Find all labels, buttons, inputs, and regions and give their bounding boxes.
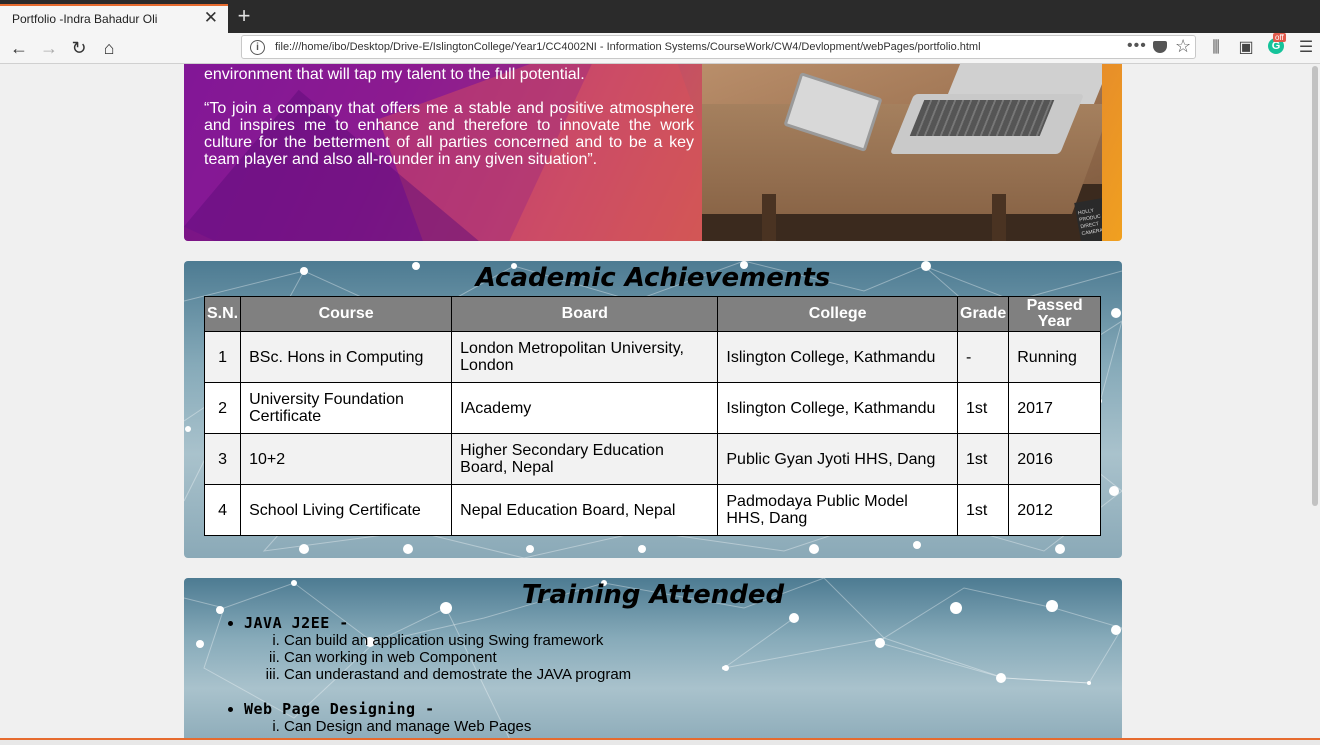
cell-grade: 1st <box>956 433 1010 485</box>
photo-desk-leg <box>762 194 776 241</box>
table-row: 4 School Living Certificate Nepal Educat… <box>203 484 1101 536</box>
tab-title: Portfolio -Indra Bahadur Oli <box>12 12 158 26</box>
objective-paragraph: environment that will tap my talent to t… <box>204 66 585 83</box>
table-row: 1 BSc. Hons in Computing London Metropol… <box>203 331 1101 383</box>
training-points: Can build an application using Swing fra… <box>244 632 631 683</box>
cell-sn: 1 <box>203 331 242 383</box>
column-header-passed-year: Passed Year <box>1008 296 1101 332</box>
column-header-sn: S.N. <box>203 296 242 332</box>
training-attended-section: Training Attended JAVA J2EE - Can build … <box>184 578 1122 738</box>
objective-text: environment that will tap my talent to t… <box>204 66 694 185</box>
page-content[interactable]: environment that will tap my talent to t… <box>0 64 1310 738</box>
url-text[interactable]: file:///home/ibo/Desktop/Drive-E/Islingt… <box>275 41 981 53</box>
academic-achievements-section: Academic Achievements S.N. Course Board … <box>184 261 1122 558</box>
cell-course: BSc. Hons in Computing <box>240 331 453 383</box>
cell-grade: 1st <box>956 484 1010 536</box>
training-points: Can Design and manage Web Pages <box>244 718 631 735</box>
photo-clapperboard-text: HOLLY PRODUC DIRECT CAMERA DATE <box>1077 207 1102 238</box>
cell-passed-year: 2012 <box>1008 484 1101 536</box>
training-point: Can Design and manage Web Pages <box>284 718 631 735</box>
browser-tab[interactable]: Portfolio -Indra Bahadur Oli ✕ <box>0 4 228 33</box>
achievements-title: Academic Achievements <box>475 263 831 293</box>
achievements-table: S.N. Course Board College Grade Passed Y… <box>203 296 1101 536</box>
cell-course: 10+2 <box>240 433 453 485</box>
reload-icon[interactable]: ↻ <box>68 37 90 59</box>
training-point: Can build an application using Swing fra… <box>284 632 631 649</box>
cell-course: School Living Certificate <box>240 484 453 536</box>
pocket-icon[interactable] <box>1153 41 1167 53</box>
column-header-board: Board <box>451 296 719 332</box>
table-header-row: S.N. Course Board College Grade Passed Y… <box>203 296 1101 332</box>
training-list: JAVA J2EE - Can build an application usi… <box>204 614 631 738</box>
workspace-photo: HOLLY PRODUC DIRECT CAMERA DATE <box>702 64 1102 241</box>
cell-college: Public Gyan Jyoti HHS, Dang <box>717 433 958 485</box>
cell-board: IAcademy <box>451 382 719 434</box>
bookmark-star-icon[interactable]: ☆ <box>1175 36 1191 57</box>
address-bar[interactable]: i file:///home/ibo/Desktop/Drive-E/Islin… <box>241 35 1196 59</box>
cell-board: Higher Secondary Education Board, Nepal <box>451 433 719 485</box>
cell-college: Islington College, Kathmandu <box>717 382 958 434</box>
info-icon[interactable]: i <box>250 40 265 55</box>
column-header-course: Course <box>240 296 453 332</box>
table-row: 2 University Foundation Certificate IAca… <box>203 382 1101 434</box>
tab-strip: Portfolio -Indra Bahadur Oli ✕ + <box>0 0 1320 33</box>
photo-keyboard <box>909 100 1055 136</box>
cell-passed-year: 2016 <box>1008 433 1101 485</box>
table-row: 3 10+2 Higher Secondary Education Board,… <box>203 433 1101 485</box>
cell-passed-year: 2017 <box>1008 382 1101 434</box>
cell-sn: 2 <box>203 382 242 434</box>
cell-sn: 4 <box>203 484 242 536</box>
column-header-grade: Grade <box>956 296 1010 332</box>
vertical-scrollbar[interactable] <box>1310 64 1320 738</box>
column-header-college: College <box>717 296 958 332</box>
sidebar-icon[interactable]: ▣ <box>1235 37 1257 59</box>
scrollbar-thumb[interactable] <box>1312 66 1318 506</box>
page-actions-icon[interactable]: ••• <box>1127 37 1147 55</box>
cell-board: London Metropolitan University, London <box>451 331 719 383</box>
training-name: JAVA J2EE - <box>244 614 349 632</box>
menu-icon[interactable]: ☰ <box>1295 37 1317 59</box>
cell-board: Nepal Education Board, Nepal <box>451 484 719 536</box>
objective-quote: “To join a company that offers me a stab… <box>204 100 694 168</box>
cell-grade: - <box>956 331 1010 383</box>
training-title: Training Attended <box>521 580 785 610</box>
grammarly-status-badge: off <box>1273 33 1286 42</box>
cell-college: Padmodaya Public Model HHS, Dang <box>717 484 958 536</box>
training-name: Web Page Designing - <box>244 700 435 718</box>
list-item: JAVA J2EE - Can build an application usi… <box>244 614 631 683</box>
new-tab-icon[interactable]: + <box>232 5 256 29</box>
cell-passed-year: Running <box>1008 331 1101 383</box>
photo-desk-leg <box>992 194 1006 241</box>
cell-sn: 3 <box>203 433 242 485</box>
cell-grade: 1st <box>956 382 1010 434</box>
close-tab-icon[interactable]: ✕ <box>204 9 218 27</box>
career-objective-section: environment that will tap my talent to t… <box>184 64 1122 241</box>
training-point: Can underastand and demostrate the JAVA … <box>284 666 631 683</box>
home-icon[interactable]: ⌂ <box>98 37 120 59</box>
cell-college: Islington College, Kathmandu <box>717 331 958 383</box>
list-item: Web Page Designing - Can Design and mana… <box>244 700 631 735</box>
back-icon[interactable]: ← <box>8 37 30 59</box>
training-point: Can working in web Component <box>284 649 631 666</box>
bottom-edge <box>0 738 1320 745</box>
library-icon[interactable]: ⫼ <box>1205 37 1227 59</box>
cell-course: University Foundation Certificate <box>240 382 453 434</box>
forward-icon[interactable]: → <box>38 37 60 59</box>
navigation-toolbar: ← → ↻ ⌂ i file:///home/ibo/Desktop/Drive… <box>0 33 1320 64</box>
